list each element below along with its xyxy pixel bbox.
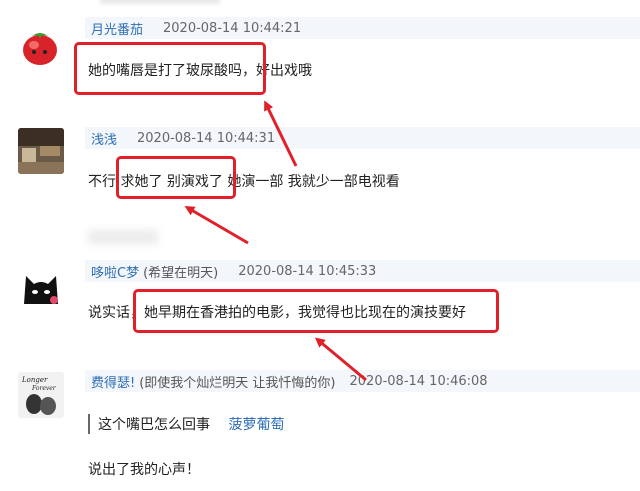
- arrow-3: [314, 337, 367, 382]
- annotation-arrows: [184, 100, 367, 382]
- arrow-2: [184, 205, 249, 245]
- arrow-1: [264, 100, 298, 167]
